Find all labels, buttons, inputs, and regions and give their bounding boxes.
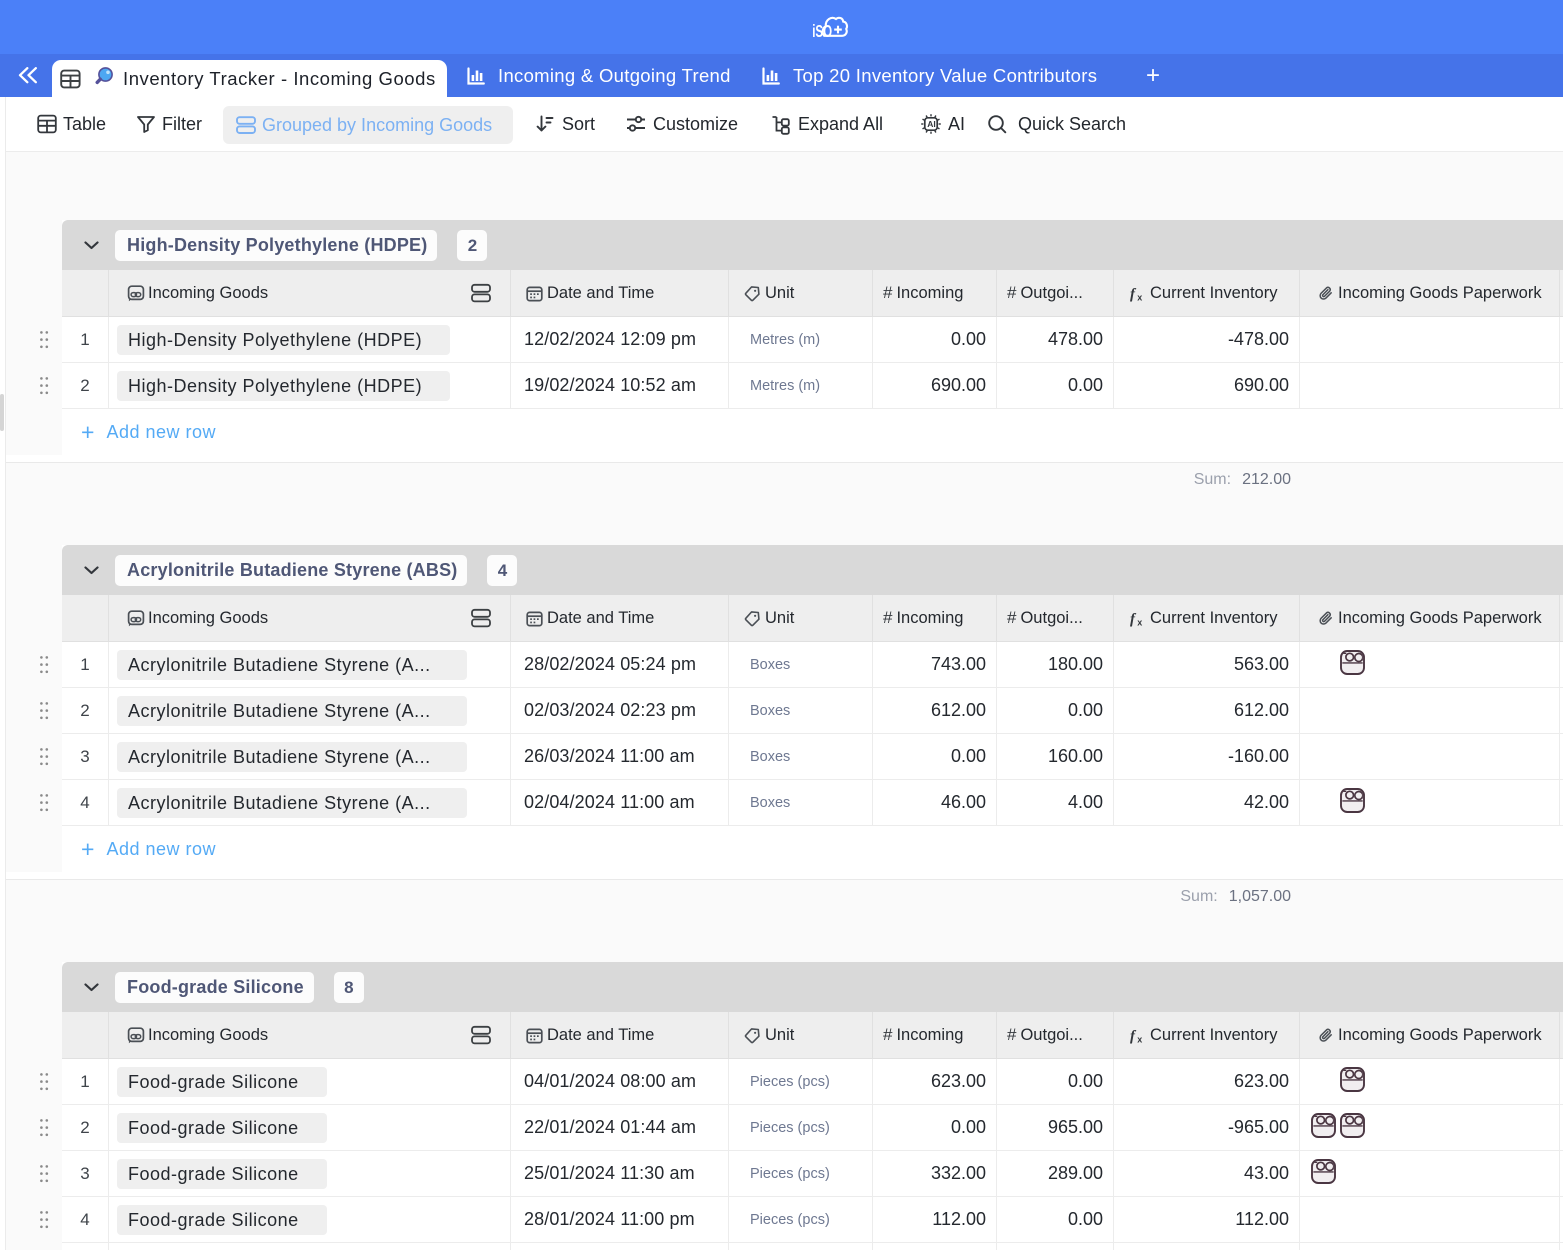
svg-text:iSO: iSO xyxy=(812,23,832,41)
svg-text:f: f xyxy=(1130,286,1137,302)
svg-text:AI: AI xyxy=(927,119,936,129)
svg-text:x: x xyxy=(1137,1034,1142,1043)
svg-text:f: f xyxy=(1130,1028,1137,1044)
svg-text:f: f xyxy=(1130,611,1137,627)
svg-text:x: x xyxy=(1137,292,1142,301)
svg-text:x: x xyxy=(1137,617,1142,626)
